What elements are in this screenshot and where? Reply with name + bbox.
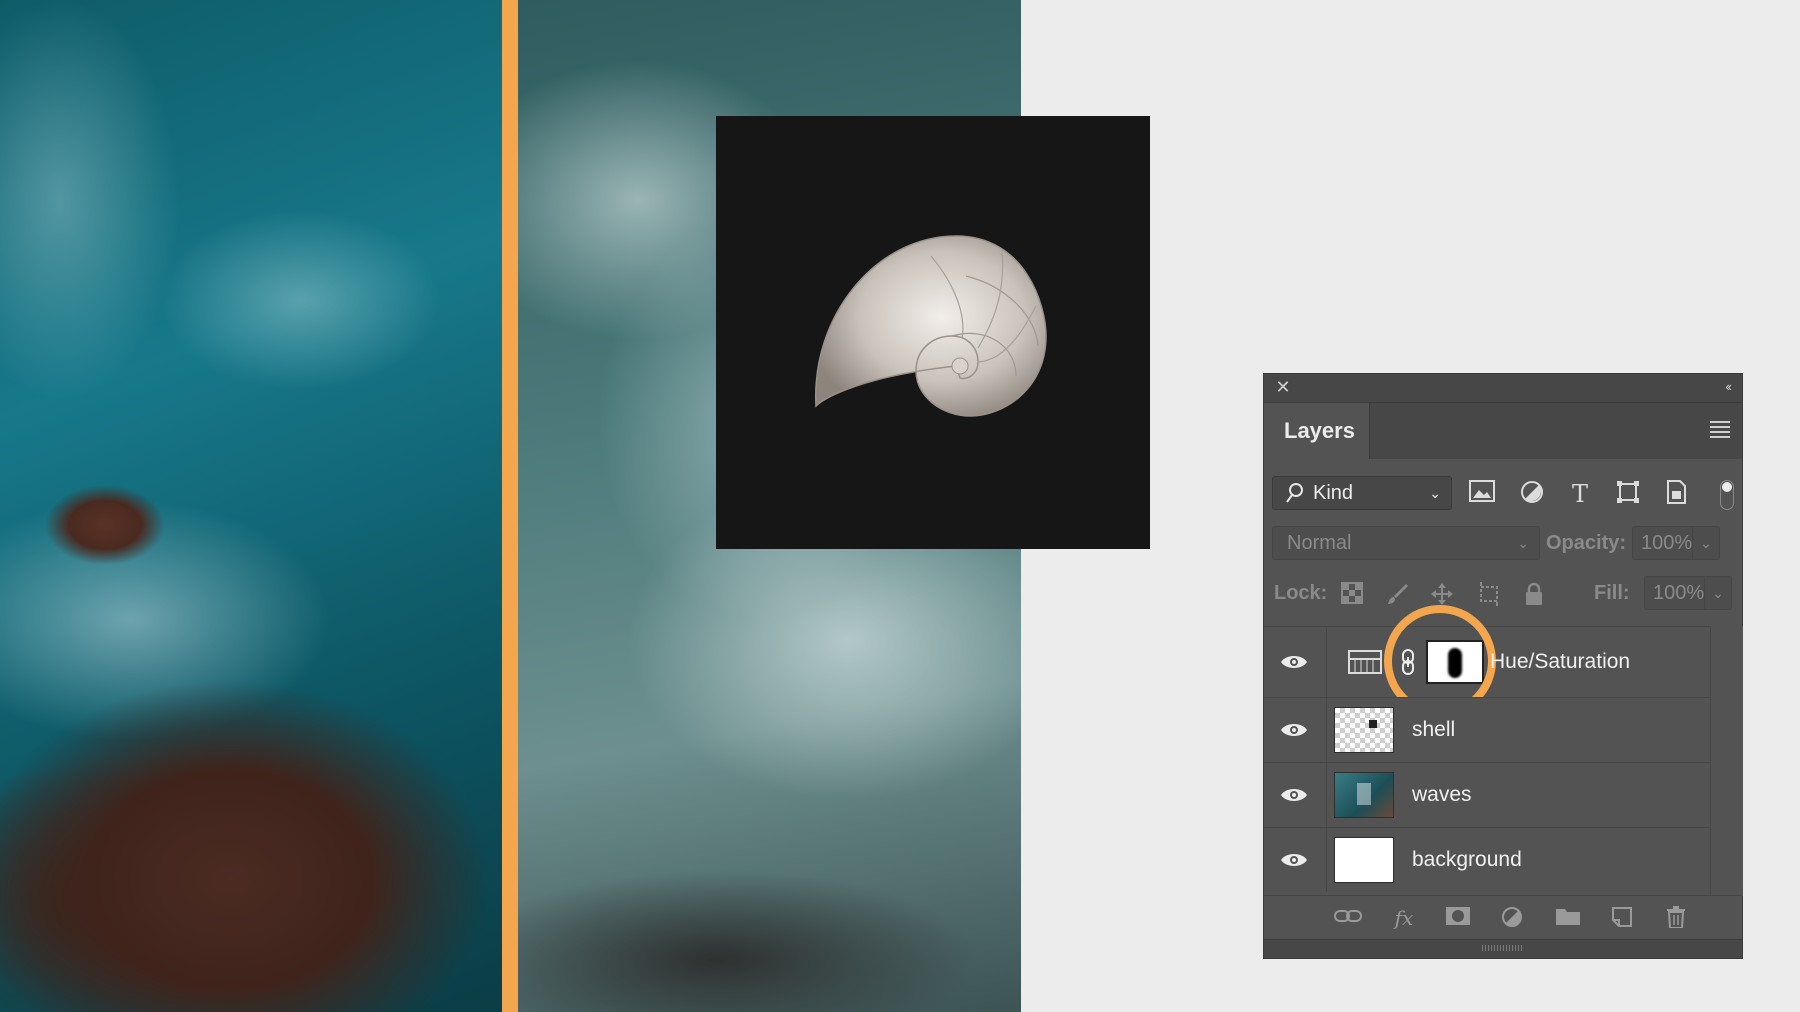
close-icon[interactable]: ✕ [1274,378,1292,396]
resize-grip-icon[interactable] [1482,945,1522,951]
collapse-panel-icon[interactable]: ‹‹ [1725,379,1730,394]
panel-tab-bar: Layers [1264,403,1742,459]
lock-transparent-icon[interactable] [1340,582,1364,606]
opacity-value: 100% [1641,532,1692,554]
fill-label: Fill: [1594,582,1630,605]
hue-saturation-adjustment-icon [1348,650,1382,674]
chevron-down-icon[interactable]: ⌄ [1692,527,1719,559]
lock-all-icon[interactable] [1522,582,1546,606]
blend-mode-value: Normal [1287,532,1351,554]
layers-panel: ✕ ‹‹ Layers Kind ⌄ T Normal [1263,373,1743,959]
add-mask-icon[interactable] [1444,906,1472,930]
layer-row-waves[interactable]: waves [1264,762,1710,827]
search-icon [1285,478,1305,518]
lock-fill-bar: Lock: Fill: 100% ⌄ [1264,574,1742,614]
fill-value: 100% [1653,582,1704,604]
chevron-down-icon: ⌄ [1517,527,1529,559]
shape-filter-icon[interactable] [1614,480,1642,508]
eye-icon[interactable] [1280,721,1308,739]
lock-position-icon[interactable] [1430,582,1454,606]
eye-icon[interactable] [1280,786,1308,804]
panel-bottom-toolbar: fx [1264,895,1742,940]
type-filter-icon[interactable]: T [1566,480,1594,508]
lock-label: Lock: [1274,582,1327,605]
opacity-label: Opacity: [1546,532,1626,555]
blend-mode-dropdown[interactable]: Normal ⌄ [1272,526,1540,560]
new-layer-icon[interactable] [1608,906,1636,930]
chevron-down-icon: ⌄ [1429,477,1441,509]
layer-name: background [1412,848,1522,872]
layer-thumbnail [1334,837,1394,883]
mask-link-icon[interactable] [1400,648,1416,676]
nautilus-shell-image [716,116,1150,549]
opacity-field[interactable]: 100% ⌄ [1632,526,1720,560]
fx-icon[interactable]: fx [1390,906,1418,930]
layer-name: shell [1412,718,1455,742]
fill-field[interactable]: 100% ⌄ [1644,576,1732,610]
layers-scrollbar[interactable] [1710,626,1743,896]
ocean-rocks-photo [0,0,502,1012]
lock-pixels-icon[interactable] [1386,582,1410,606]
new-group-icon[interactable] [1554,906,1582,930]
layer-row-shell[interactable]: shell [1264,697,1710,762]
kind-filter-label: Kind [1313,477,1353,509]
layer-thumbnail [1334,772,1394,818]
delete-icon[interactable] [1662,906,1690,930]
link-layers-icon[interactable] [1334,906,1362,930]
blend-opacity-bar: Normal ⌄ Opacity: 100% ⌄ [1264,524,1742,564]
layer-filter-bar: Kind ⌄ T [1264,470,1742,516]
layers-list: Hue/Saturation shell waves background [1264,626,1710,892]
layer-mask-thumbnail[interactable] [1426,640,1484,684]
eye-icon[interactable] [1280,653,1308,671]
smart-object-filter-icon[interactable] [1662,480,1690,508]
filter-toggle-switch[interactable] [1720,480,1734,510]
layer-name: Hue/Saturation [1490,650,1630,674]
tab-layers[interactable]: Layers [1264,403,1370,459]
panel-menu-icon[interactable] [1710,421,1730,441]
layer-row-background[interactable]: background [1264,827,1710,892]
panel-resize-bar[interactable] [1264,939,1742,958]
eye-icon[interactable] [1280,851,1308,869]
adjustment-filter-icon[interactable] [1518,480,1546,508]
lock-artboard-icon[interactable] [1476,582,1500,606]
layer-thumbnail [1334,707,1394,753]
layer-name: waves [1412,783,1472,807]
panel-title-bar: ✕ ‹‹ [1264,374,1742,403]
orange-divider [502,0,518,1012]
new-adjustment-icon[interactable] [1498,906,1526,930]
kind-filter-dropdown[interactable]: Kind ⌄ [1272,476,1452,510]
layer-row-hue-saturation[interactable]: Hue/Saturation [1264,626,1710,697]
chevron-down-icon[interactable]: ⌄ [1704,577,1731,609]
image-filter-icon[interactable] [1468,480,1496,508]
